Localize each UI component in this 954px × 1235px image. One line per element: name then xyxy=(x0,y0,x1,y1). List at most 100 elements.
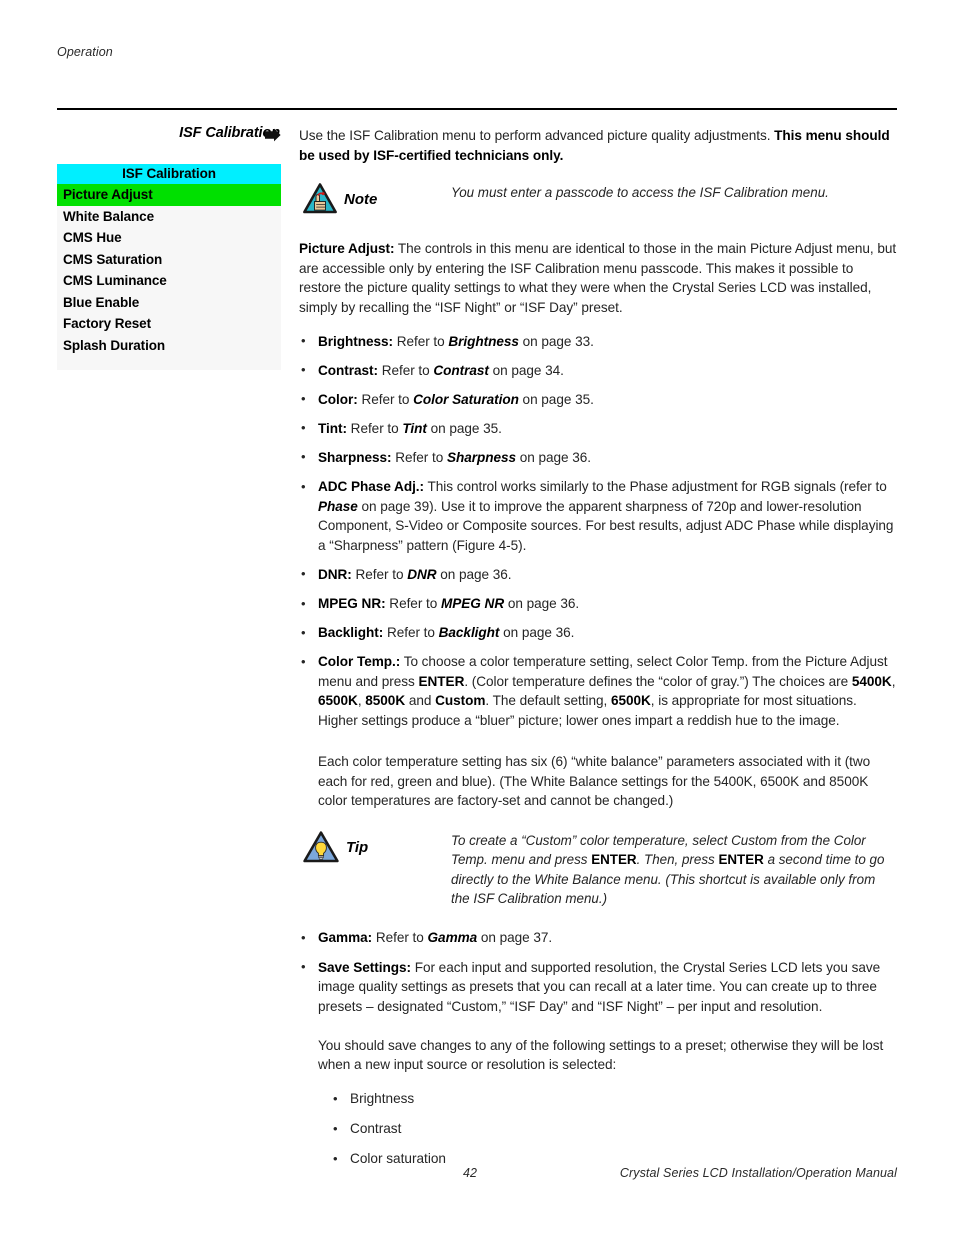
tip-triangle-lightbulb-icon xyxy=(303,831,339,868)
bullet-term: Sharpness: xyxy=(318,449,392,465)
bullet-post: on page 35. xyxy=(518,391,594,407)
bullet-reference: MPEG NR xyxy=(441,596,505,611)
osd-item-picture-adjust: Picture Adjust xyxy=(57,184,281,206)
tip-marker: Tip xyxy=(299,831,451,868)
bullet-mpeg-nr: MPEG NR: Refer to MPEG NR on page 36. xyxy=(299,594,897,614)
osd-item-blue-enable: Blue Enable xyxy=(63,294,140,310)
note-triangle-hand-icon xyxy=(303,183,337,219)
bullet-adc-phase-adj: ADC Phase Adj.: This control works simil… xyxy=(299,477,897,555)
bullet-save-settings: Save Settings: For each input and suppor… xyxy=(299,957,897,1017)
osd-menu-graphic: ISF Calibration Picture Adjust White Bal… xyxy=(57,164,281,370)
header-rule xyxy=(57,108,897,110)
bullet-backlight: Backlight: Refer to Backlight on page 36… xyxy=(299,623,897,643)
note-marker: Note xyxy=(299,183,451,219)
bullet-brightness: Brightness: Refer to Brightness on page … xyxy=(299,331,897,352)
osd-item-cms-saturation: CMS Saturation xyxy=(63,251,163,267)
bullet-pre: Refer to xyxy=(383,625,439,641)
bullet-term: Brightness: xyxy=(318,333,393,349)
bullet-term: Color: xyxy=(318,391,358,407)
sub-item-brightness: Brightness xyxy=(331,1089,897,1109)
color-temp-option-5400k: 5400K xyxy=(851,673,892,689)
white-balance-paragraph: Each color temperature setting has six (… xyxy=(318,754,871,809)
bullet-post: on page 36. xyxy=(504,596,580,611)
osd-item-factory-reset: Factory Reset xyxy=(63,316,151,331)
bullet-term: ADC Phase Adj.: xyxy=(318,479,425,495)
intro-text-normal: Use the ISF Calibration menu to perform … xyxy=(299,128,775,143)
bullet-post: on page 36. xyxy=(499,625,575,641)
section-heading: ISF Calibration xyxy=(179,125,280,141)
bullet-pre: Refer to xyxy=(391,449,447,465)
enter-key-label: ENTER xyxy=(418,673,465,689)
bullet-reference: Sharpness xyxy=(446,449,517,465)
bullet-text-part1: This control works similarly to the Phas… xyxy=(424,479,887,495)
bullet-text-p3: . The default setting, xyxy=(485,693,611,709)
bullet-pre: Refer to xyxy=(351,566,408,582)
bullet-reference: Color Saturation xyxy=(413,391,519,407)
bullet-term: Gamma: xyxy=(318,930,373,946)
osd-item-cms-luminance: CMS Luminance xyxy=(63,273,167,288)
bullet-post: on page 33. xyxy=(518,333,594,349)
tip-callout: Tip To create a “Custom” color temperatu… xyxy=(299,831,897,909)
note-callout: Note You must enter a passcode to access… xyxy=(299,183,897,219)
separator: and xyxy=(405,693,436,709)
tip-text: To create a “Custom” color temperature, … xyxy=(451,831,897,909)
color-temp-option-custom: Custom xyxy=(435,693,486,709)
osd-item-splash-duration: Splash Duration xyxy=(63,337,166,353)
bullet-tint: Tint: Refer to Tint on page 35. xyxy=(299,418,897,439)
enter-key-label: ENTER xyxy=(591,852,637,868)
intro-paragraph: Use the ISF Calibration menu to perform … xyxy=(299,126,897,165)
color-temp-option-8500k: 8500K xyxy=(365,693,406,709)
bullet-text-part2: on page 39). Use it to improve the appar… xyxy=(318,498,894,553)
bullet-sharpness: Sharpness: Refer to Sharpness on page 36… xyxy=(299,447,897,468)
bullet-post: on page 36. xyxy=(436,566,512,582)
bullet-post: on page 36. xyxy=(516,449,592,465)
osd-item-white-balance: White Balance xyxy=(63,208,154,224)
bullet-reference: DNR xyxy=(407,566,437,582)
right-arrow-marker-icon xyxy=(265,128,281,142)
bullet-reference: Brightness xyxy=(448,333,519,349)
tip-text-p2: . Then, press xyxy=(636,852,719,868)
picture-adjust-paragraph: Picture Adjust: The controls in this men… xyxy=(299,239,897,317)
bullet-text-p2: . (Color temperature defines the “color … xyxy=(464,673,852,689)
bullet-reference: Backlight xyxy=(438,625,500,641)
bullet-pre: Refer to xyxy=(377,362,434,378)
enter-key-label: ENTER xyxy=(718,852,764,868)
bullet-post: on page 37. xyxy=(477,930,553,946)
bullet-term: Color Temp.: xyxy=(318,654,401,670)
bullet-term: Save Settings: xyxy=(318,959,411,975)
bullet-pre: Refer to xyxy=(385,596,441,611)
save-note-paragraph: You should save changes to any of the fo… xyxy=(318,1037,884,1073)
bullet-term: Backlight: xyxy=(318,625,384,641)
sub-item-contrast: Contrast xyxy=(331,1119,897,1139)
bullet-color: Color: Refer to Color Saturation on page… xyxy=(299,389,897,410)
osd-item-cms-hue: CMS Hue xyxy=(63,230,122,245)
tip-label: Tip xyxy=(346,838,369,856)
bullet-gamma: Gamma: Refer to Gamma on page 37. xyxy=(299,928,897,948)
color-temp-default: 6500K xyxy=(610,693,651,709)
bullet-reference: Gamma xyxy=(427,930,478,946)
bullet-color-temp: Color Temp.: To choose a color temperatu… xyxy=(299,652,897,730)
picture-adjust-bullet-list: Brightness: Refer to Brightness on page … xyxy=(299,331,897,731)
bullet-pre: Refer to xyxy=(372,930,428,946)
note-text: You must enter a passcode to access the … xyxy=(451,185,829,201)
save-settings-bullet-list: Gamma: Refer to Gamma on page 37. Save S… xyxy=(299,928,897,1016)
bullet-term: DNR: xyxy=(318,566,352,582)
bullet-post: on page 35. xyxy=(426,420,502,436)
bullet-pre: Refer to xyxy=(357,391,414,407)
save-settings-sub-list: Brightness Contrast Color saturation xyxy=(299,1089,897,1169)
bullet-reference: Tint xyxy=(402,420,427,436)
osd-menu-title: ISF Calibration xyxy=(57,164,281,184)
bullet-dnr: DNR: Refer to DNR on page 36. xyxy=(299,564,897,585)
bullet-post: on page 34. xyxy=(488,362,564,378)
note-label: Note xyxy=(344,191,378,209)
bullet-term: Contrast: xyxy=(318,362,378,378)
bullet-term: Tint: xyxy=(318,420,347,436)
footer-page-number: 42 xyxy=(463,1166,477,1180)
bullet-reference: Contrast xyxy=(433,362,489,378)
picture-adjust-term: Picture Adjust: xyxy=(299,241,395,257)
bullet-reference: Phase xyxy=(318,498,358,514)
bullet-pre: Refer to xyxy=(392,333,449,349)
bullet-term: MPEG NR: xyxy=(318,596,386,611)
footer-manual-title: Crystal Series LCD Installation/Operatio… xyxy=(619,1166,897,1180)
bullet-contrast: Contrast: Refer to Contrast on page 34. xyxy=(299,360,897,381)
